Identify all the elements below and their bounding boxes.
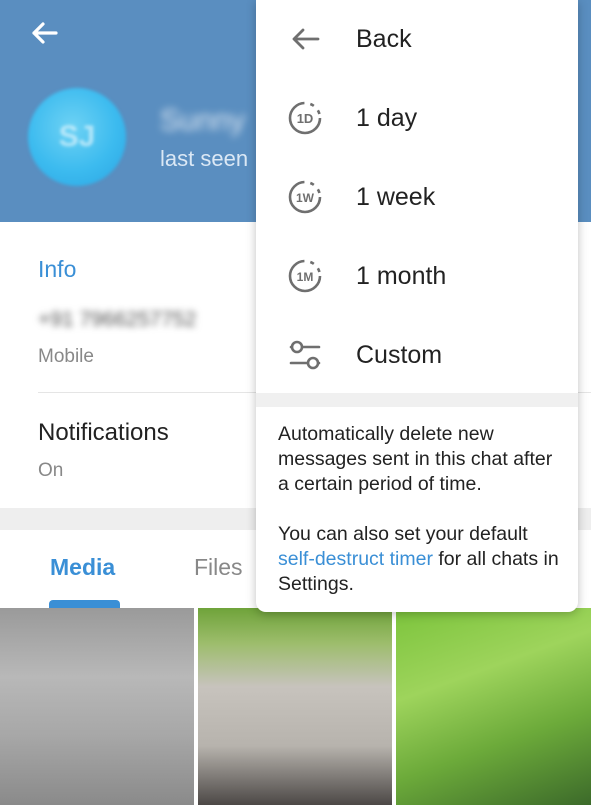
arrow-left-icon (292, 28, 320, 50)
note-text: You can also set your default (278, 523, 528, 545)
media-thumbnail[interactable] (396, 608, 591, 805)
menu-item-1-week[interactable]: 1W 1 week (256, 158, 578, 237)
svg-text:1W: 1W (296, 191, 315, 205)
self-destruct-timer-link[interactable]: self-destruct timer (278, 548, 433, 570)
popup-divider (256, 393, 578, 407)
popup-description: Automatically delete new messages sent i… (278, 422, 568, 597)
tab-files[interactable]: Files (194, 554, 243, 581)
notifications-title[interactable]: Notifications (38, 419, 169, 447)
timer-1w-icon: 1W (288, 180, 322, 214)
media-grid (0, 608, 591, 805)
timer-1d-icon: 1D (288, 101, 322, 135)
phone-label: Mobile (38, 346, 94, 367)
menu-label: 1 week (356, 183, 436, 211)
note-paragraph: Automatically delete new messages sent i… (278, 423, 553, 495)
menu-label: 1 day (356, 104, 418, 132)
menu-item-1-month[interactable]: 1M 1 month (256, 237, 578, 316)
sliders-icon (289, 340, 321, 370)
note-paragraph: You can also set your default self-destr… (278, 522, 568, 597)
menu-label: Custom (356, 341, 443, 369)
active-tab-indicator (49, 600, 120, 608)
auto-delete-popup: Back 1D 1 day 1W 1 week 1M 1 month Custo… (256, 0, 578, 612)
menu-label: Back (356, 25, 412, 53)
timer-1m-icon: 1M (288, 259, 322, 293)
menu-item-back[interactable]: Back (256, 0, 578, 79)
profile-name: Sunny (160, 104, 246, 137)
media-thumbnail[interactable] (0, 608, 194, 805)
svg-text:1D: 1D (297, 111, 314, 126)
back-arrow-icon[interactable] (28, 16, 62, 50)
last-seen-status: last seen (160, 146, 249, 171)
phone-number[interactable]: +91 7966257752 (38, 308, 196, 332)
notifications-status: On (38, 460, 64, 481)
svg-text:1M: 1M (297, 270, 314, 284)
media-thumbnail[interactable] (198, 608, 392, 805)
menu-item-1-day[interactable]: 1D 1 day (256, 79, 578, 158)
menu-label: 1 month (356, 262, 447, 290)
tab-media[interactable]: Media (50, 554, 115, 581)
menu-item-custom[interactable]: Custom (256, 316, 578, 395)
info-title: Info (38, 256, 77, 282)
avatar[interactable]: SJ (28, 88, 126, 186)
